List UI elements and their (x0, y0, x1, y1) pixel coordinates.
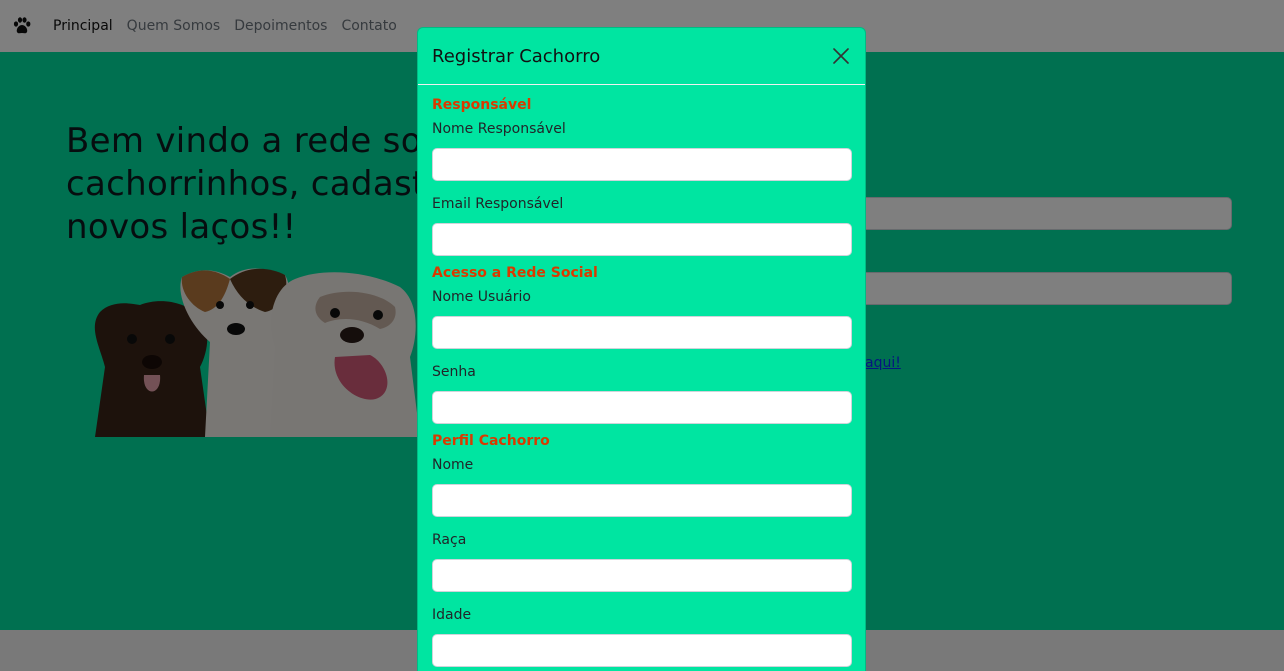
nome-cachorro-input[interactable] (432, 484, 852, 517)
label-nome-responsavel: Nome Responsável (432, 121, 566, 137)
label-senha: Senha (432, 364, 476, 380)
label-raca: Raça (432, 532, 467, 548)
register-dog-modal: Registrar Cachorro Responsável Nome Resp… (417, 27, 866, 671)
section-title-responsavel: Responsável (432, 97, 532, 113)
modal-header: Registrar Cachorro (418, 28, 865, 85)
label-idade: Idade (432, 607, 472, 623)
label-nome-usuario: Nome Usuário (432, 289, 531, 305)
idade-input[interactable] (432, 634, 852, 667)
nome-responsavel-input[interactable] (432, 148, 852, 181)
label-email-responsavel: Email Responsável (432, 196, 564, 212)
email-responsavel-input[interactable] (432, 223, 852, 256)
close-icon[interactable] (830, 45, 852, 67)
senha-input[interactable] (432, 391, 852, 424)
nome-usuario-input[interactable] (432, 316, 852, 349)
raca-input[interactable] (432, 559, 852, 592)
label-nome-cachorro: Nome (432, 457, 474, 473)
modal-body: Responsável Nome Responsável Email Respo… (418, 85, 865, 667)
section-title-acesso: Acesso a Rede Social (432, 265, 598, 281)
section-title-perfil: Perfil Cachorro (432, 433, 550, 449)
modal-title: Registrar Cachorro (432, 45, 601, 67)
